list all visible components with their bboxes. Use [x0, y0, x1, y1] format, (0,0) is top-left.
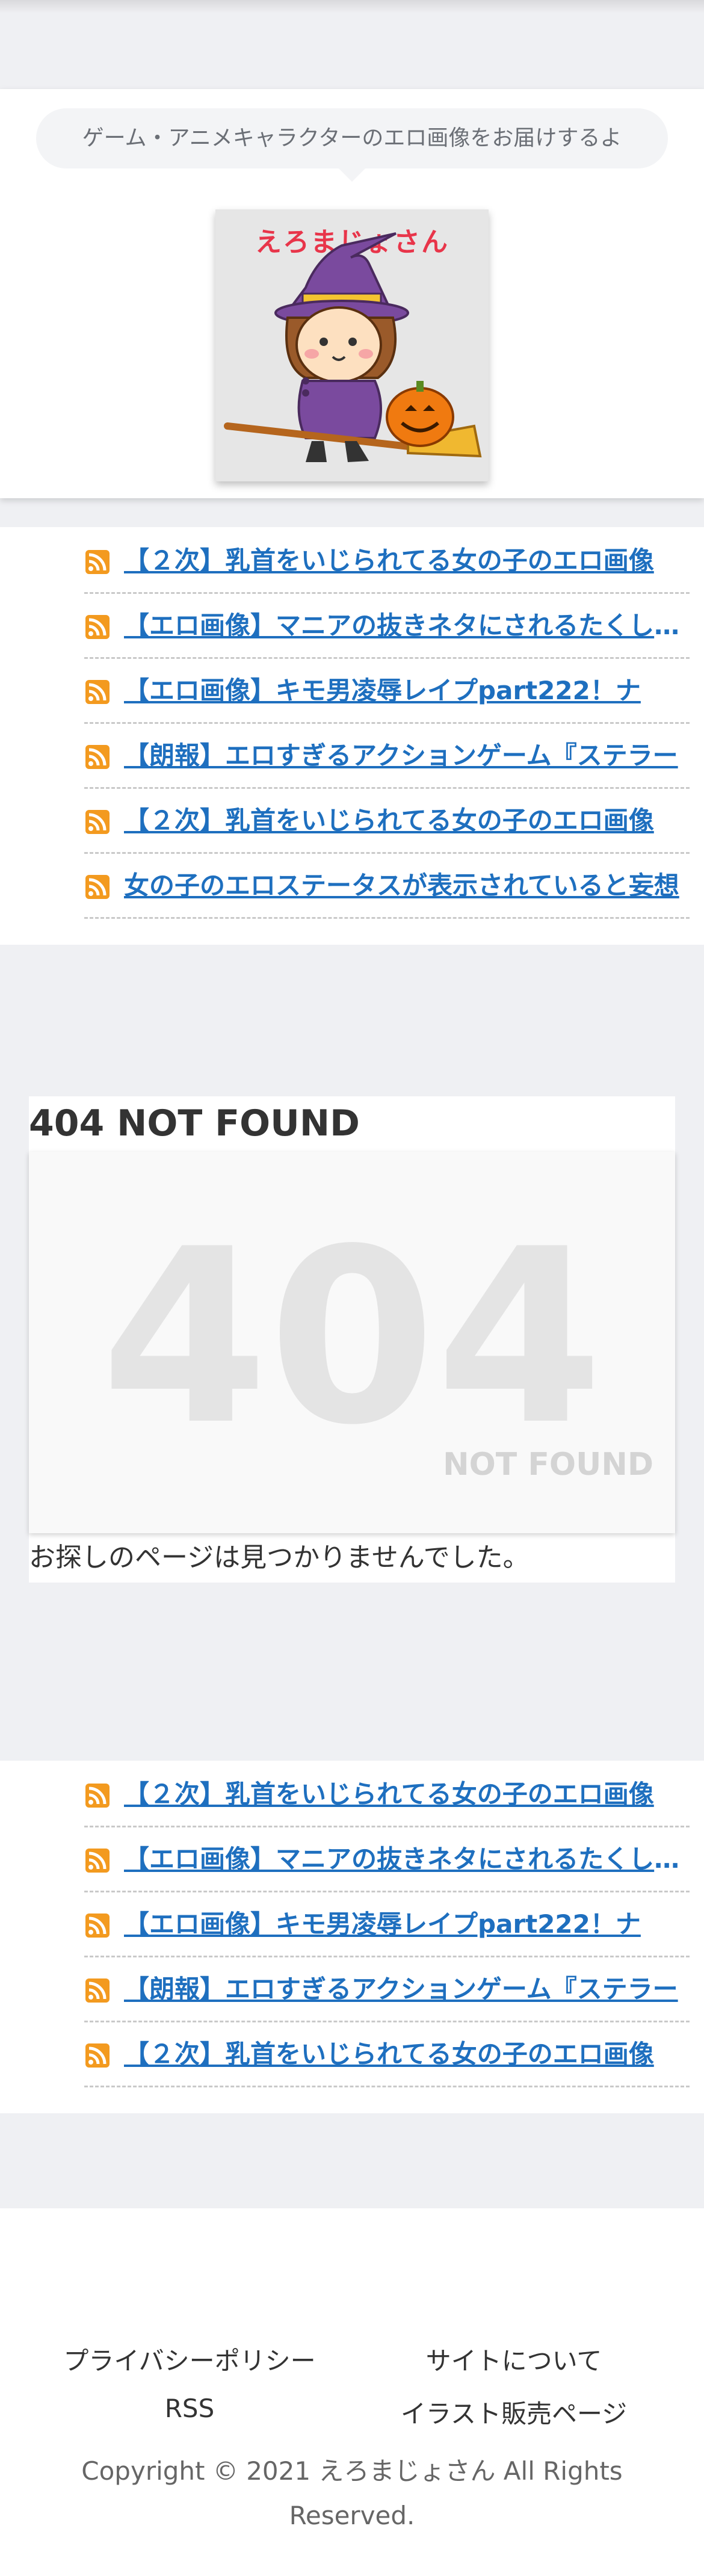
list-item[interactable]: 【エロ画像】キモ男凌辱レイプpart222！ナ: [84, 1891, 690, 1957]
not-found-image-caption: NOT FOUND: [443, 1447, 653, 1483]
article-link[interactable]: 【エロ画像】マニアの抜きネタにされるたくしあげ: [124, 607, 684, 645]
rss-icon: [85, 550, 110, 574]
article-link[interactable]: 【２次】乳首をいじられてる女の子のエロ画像: [124, 1775, 684, 1814]
list-item[interactable]: 【２次】乳首をいじられてる女の子のエロ画像: [84, 2021, 690, 2087]
article-link[interactable]: 【エロ画像】マニアの抜きネタにされるたくしあげ: [124, 1840, 684, 1879]
article-link[interactable]: 【２次】乳首をいじられてる女の子のエロ画像: [124, 2035, 684, 2074]
rss-icon: [85, 745, 110, 769]
list-item[interactable]: 【朗報】エロすぎるアクションゲーム『ステラー: [84, 722, 690, 789]
witch-mascot-icon: [224, 232, 482, 462]
site-header: ゲーム・アニメキャラクターのエロ画像をお届けするよ えろまじょさん: [0, 89, 704, 498]
footer-link-rss[interactable]: RSS: [39, 2394, 340, 2423]
list-item[interactable]: 女の子のエロステータスが表示されていると妄想: [84, 852, 690, 919]
rss-icon: [85, 810, 110, 834]
copyright: Copyright © 2021 えろまじょさん All Rights Rese…: [81, 2456, 623, 2530]
footer-link-illust[interactable]: イラスト販売ページ: [363, 2394, 664, 2430]
article-link[interactable]: 【２次】乳首をいじられてる女の子のエロ画像: [124, 802, 684, 840]
site-logo[interactable]: えろまじょさん: [215, 209, 489, 481]
top-link-list: 【２次】乳首をいじられてる女の子のエロ画像 【エロ画像】マニアの抜きネタにされる…: [0, 527, 704, 945]
rss-icon: [85, 1784, 110, 1808]
site-tagline: ゲーム・アニメキャラクターのエロ画像をお届けするよ: [36, 108, 668, 168]
list-item[interactable]: 【エロ画像】マニアの抜きネタにされるたくしあげ: [84, 592, 690, 659]
not-found-article: 404 NOT FOUND 404 NOT FOUND お探しのページは見つかり…: [29, 1096, 675, 1583]
rss-icon: [85, 1978, 110, 2003]
article-link[interactable]: 女の子のエロステータスが表示されていると妄想: [124, 866, 684, 905]
article-link[interactable]: 【朗報】エロすぎるアクションゲーム『ステラー: [124, 737, 684, 775]
list-item[interactable]: 【２次】乳首をいじられてる女の子のエロ画像: [84, 527, 690, 594]
list-item[interactable]: 【エロ画像】キモ男凌辱レイプpart222！ナ: [84, 657, 690, 724]
footer-link-about[interactable]: サイトについて: [363, 2341, 664, 2377]
rss-icon: [85, 1849, 110, 1873]
top-shadow: [0, 0, 704, 13]
bottom-link-list: 【２次】乳首をいじられてる女の子のエロ画像 【エロ画像】マニアの抜きネタにされる…: [0, 1761, 704, 2113]
list-item[interactable]: 【エロ画像】マニアの抜きネタにされるたくしあげ: [84, 1826, 690, 1892]
article-link[interactable]: 【朗報】エロすぎるアクションゲーム『ステラー: [124, 1970, 684, 2009]
site-footer: プライバシーポリシー サイトについて RSS イラスト販売ページ Copyrig…: [0, 2208, 704, 2576]
rss-icon: [85, 2043, 110, 2068]
article-link[interactable]: 【エロ画像】キモ男凌辱レイプpart222！ナ: [124, 672, 684, 710]
list-item[interactable]: 【朗報】エロすぎるアクションゲーム『ステラー: [84, 1956, 690, 2022]
article-link[interactable]: 【エロ画像】キモ男凌辱レイプpart222！ナ: [124, 1905, 684, 1944]
rss-icon: [85, 1913, 110, 1938]
page-title: 404 NOT FOUND: [29, 1102, 360, 1144]
rss-icon: [85, 875, 110, 899]
not-found-image-code: 404: [100, 1198, 604, 1478]
footer-link-privacy[interactable]: プライバシーポリシー: [39, 2341, 340, 2377]
not-found-image: 404 NOT FOUND: [29, 1152, 675, 1533]
not-found-message: お探しのページは見つかりませんでした。: [29, 1542, 530, 1573]
rss-icon: [85, 615, 110, 639]
article-link[interactable]: 【２次】乳首をいじられてる女の子のエロ画像: [124, 542, 684, 580]
rss-icon: [85, 680, 110, 704]
list-item[interactable]: 【２次】乳首をいじられてる女の子のエロ画像: [84, 787, 690, 854]
list-item[interactable]: 【２次】乳首をいじられてる女の子のエロ画像: [84, 1761, 690, 1827]
tagline-pointer: [339, 168, 365, 182]
